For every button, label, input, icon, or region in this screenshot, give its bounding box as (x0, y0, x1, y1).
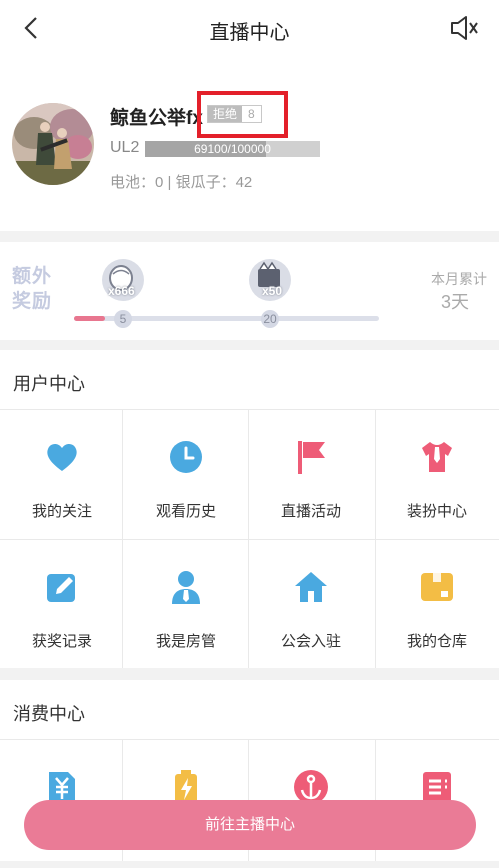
wallet-stats: 电池：0 | 银瓜子：42 (110, 174, 253, 191)
grid-item-label: 观看历史 (155, 503, 216, 520)
section-title: 消费中心 (13, 704, 85, 724)
grid-item-events[interactable]: 直播活动 (249, 409, 373, 538)
avatar[interactable] (12, 103, 94, 185)
grid-item-label: 我的关注 (31, 503, 92, 520)
user-center-section: 用户中心 我的关注 观看历史 直播活动 装扮中心 获奖记录 我是房管 公会入驻 … (0, 350, 499, 668)
grid-item-warehouse[interactable]: 我的仓库 (375, 539, 499, 668)
box-icon (421, 573, 453, 601)
grid-item-label: 装扮中心 (406, 503, 467, 520)
gift2-multiplier: x50 (262, 284, 283, 298)
grid-item-follow[interactable]: 我的关注 (0, 409, 124, 538)
grid-item-label: 直播活动 (280, 503, 341, 520)
section-title: 用户中心 (13, 374, 85, 394)
reward-node-5: 5 (114, 310, 132, 328)
grid-item-label: 获奖记录 (31, 633, 92, 650)
grid-item-history[interactable]: 观看历史 (124, 409, 248, 538)
clock-icon (170, 441, 202, 473)
grid-item-awards[interactable]: 获奖记录 (0, 539, 124, 668)
exp-bar-text: 69100/100000 (194, 142, 271, 156)
username: 鲸鱼公举fx (110, 108, 203, 129)
grid-item-label: 我是房管 (155, 633, 216, 650)
gift1-multiplier: x666 (108, 284, 135, 298)
reward-progress-fill (74, 316, 105, 321)
top-bar: 直播中心 (0, 0, 499, 56)
user-level: UL2 (110, 139, 140, 156)
profile-card: 鲸鱼公举fx 拒绝 8 UL2 69100/100000 电池：0 | 银瓜子：… (0, 56, 499, 231)
grid-item-room-manager[interactable]: 我是房管 (124, 539, 248, 668)
edit-icon (47, 574, 75, 602)
reward-node-20: 20 (261, 310, 279, 328)
flag-icon (298, 441, 325, 474)
month-total-value: 3天 (440, 292, 469, 312)
exp-bar: 69100/100000 (145, 141, 320, 157)
page-title: 直播中心 (209, 22, 290, 44)
reward-panel[interactable]: 额外奖励 x666 x50 5 20 本月累计 3天 (0, 242, 499, 340)
speaker-mute-icon[interactable] (449, 14, 479, 42)
grid-item-dressup[interactable]: 装扮中心 (375, 409, 499, 538)
highlight-box (197, 91, 288, 138)
go-to-anchor-center-button[interactable]: 前往主播中心 (24, 800, 476, 850)
grid-item-label: 公会入驻 (280, 633, 341, 650)
month-total-label: 本月累计 (431, 271, 487, 287)
reward-label: 额外奖励 (12, 266, 53, 312)
grid-item-guild[interactable]: 公会入驻 (249, 539, 373, 668)
house-icon (295, 572, 327, 602)
manager-icon (172, 571, 200, 604)
shirt-icon (422, 442, 452, 472)
grid-item-label: 我的仓库 (406, 633, 467, 650)
heart-icon (47, 443, 77, 471)
